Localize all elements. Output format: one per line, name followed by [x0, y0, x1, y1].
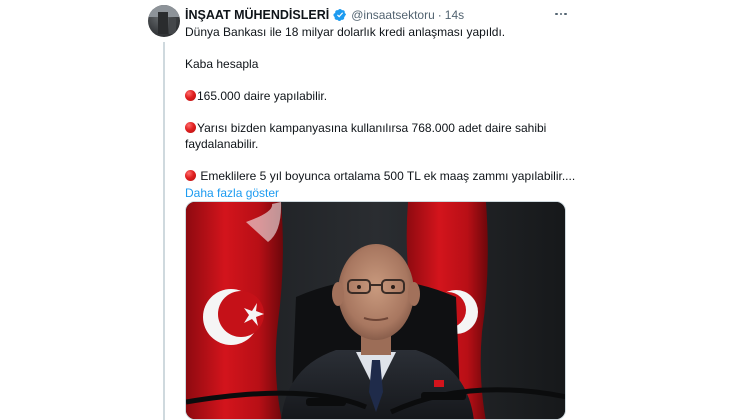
tweet-bullet-1: 165.000 daire yapılabilir.	[185, 88, 580, 104]
tweet-text: Dünya Bankası ile 18 milyar dolarlık kre…	[185, 24, 580, 201]
tweet-card[interactable]: İNŞAAT MÜHENDİSLERİ @insaatsektoru · 14s…	[145, 0, 585, 420]
more-dot	[559, 12, 563, 16]
bullet-1-text: 165.000 daire yapılabilir.	[197, 89, 328, 103]
avatar-building	[158, 12, 168, 34]
more-options-icon[interactable]	[551, 6, 571, 22]
photo-illustration	[186, 202, 565, 419]
red-circle-emoji-icon	[185, 90, 196, 101]
more-dot	[564, 12, 567, 16]
tweet-line-intro: Dünya Bankası ile 18 milyar dolarlık kre…	[185, 25, 506, 39]
bullet-3-text: Emeklilere 5 yıl boyunca ortalama 500 TL…	[197, 169, 576, 183]
tweet-bullet-2: Yarısı bizden kampanyasına kullanılırsa …	[185, 120, 580, 152]
show-more-link[interactable]: Daha fazla göster	[185, 185, 580, 201]
more-dot	[555, 12, 558, 16]
tweet-media-image[interactable]	[185, 201, 566, 420]
separator-dot: ·	[437, 8, 442, 22]
avatar[interactable]	[148, 5, 180, 37]
tweet-header: İNŞAAT MÜHENDİSLERİ @insaatsektoru · 14s	[185, 6, 464, 24]
tweet-bullet-3: Emeklilere 5 yıl boyunca ortalama 500 TL…	[185, 168, 580, 184]
author-handle[interactable]: @insaatsektoru	[351, 8, 435, 22]
timestamp[interactable]: 14s	[445, 8, 464, 22]
red-circle-emoji-icon	[185, 122, 196, 133]
author-name[interactable]: İNŞAAT MÜHENDİSLERİ	[185, 8, 329, 22]
red-circle-emoji-icon	[185, 170, 196, 181]
bullet-2-text: Yarısı bizden kampanyasına kullanılırsa …	[185, 121, 547, 151]
verified-badge-icon[interactable]	[333, 8, 347, 22]
thread-line	[163, 42, 165, 420]
avatar-building-small	[169, 18, 176, 34]
tweet-line-subheading: Kaba hesapla	[185, 57, 259, 71]
